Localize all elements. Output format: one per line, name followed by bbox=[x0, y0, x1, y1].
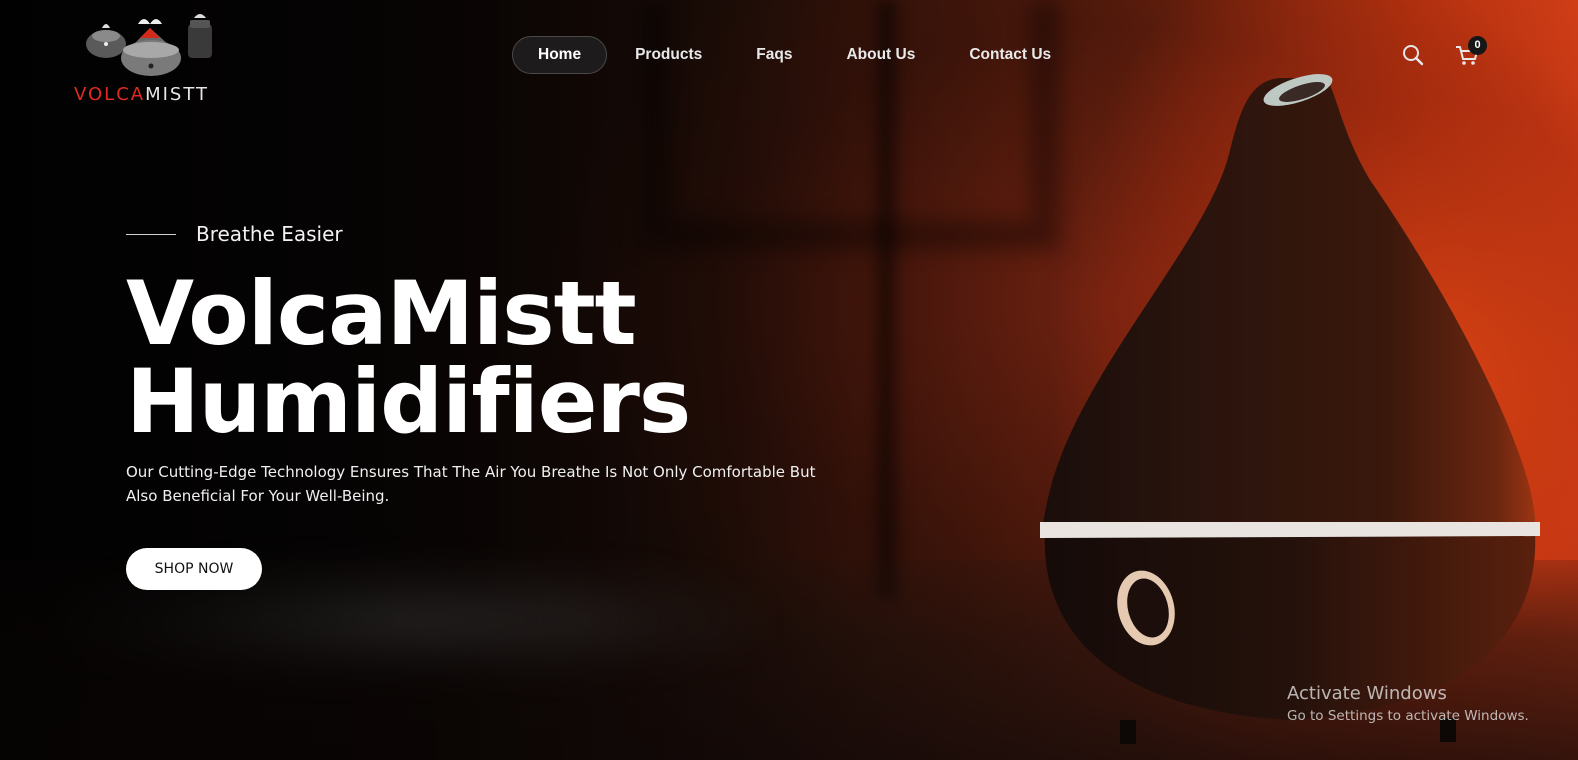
nav-item-products[interactable]: Products bbox=[609, 36, 728, 74]
hero-title-line2: Humidifiers bbox=[126, 350, 691, 453]
hero-title: VolcaMistt Humidifiers bbox=[126, 270, 846, 446]
tagline-text: Breathe Easier bbox=[196, 222, 343, 246]
brand-logo[interactable]: VOLCAMISTT bbox=[74, 10, 226, 106]
hero-title-line1: VolcaMistt bbox=[126, 262, 637, 365]
nav-item-contact-us[interactable]: Contact Us bbox=[943, 36, 1077, 74]
shop-now-button[interactable]: SHOP NOW bbox=[126, 548, 262, 590]
nav-item-faqs[interactable]: Faqs bbox=[730, 36, 818, 74]
search-button[interactable] bbox=[1398, 40, 1428, 70]
hero-description: Our Cutting-Edge Technology Ensures That… bbox=[126, 463, 816, 505]
main-navigation: Home Products Faqs About Us Contact Us bbox=[512, 36, 1077, 74]
nav-item-home[interactable]: Home bbox=[512, 36, 608, 74]
volcano-humidifiers-logo-icon bbox=[86, 14, 212, 76]
header-actions: 0 bbox=[1398, 36, 1508, 70]
nav-item-about-us[interactable]: About Us bbox=[820, 36, 941, 74]
site-header: VOLCAMISTT Home Products Faqs About Us C… bbox=[0, 0, 1578, 110]
brand-wordmark: VOLCAMISTT bbox=[74, 84, 226, 105]
search-icon bbox=[1403, 45, 1424, 66]
brand-name-part1: VOLCA bbox=[74, 84, 146, 105]
cart-count-badge: 0 bbox=[1468, 36, 1487, 55]
tagline-divider bbox=[126, 233, 176, 235]
activate-windows-watermark: Activate Windows Go to Settings to activ… bbox=[1287, 683, 1567, 724]
watermark-title: Activate Windows bbox=[1287, 683, 1447, 704]
hero-tagline: Breathe Easier bbox=[126, 216, 846, 252]
humidifier-product-image bbox=[1040, 70, 1540, 760]
hero-content: Breathe Easier VolcaMistt Humidifiers Ou… bbox=[126, 216, 846, 590]
brand-name-part2: MISTT bbox=[145, 84, 210, 105]
watermark-subtitle: Go to Settings to activate Windows. bbox=[1287, 708, 1529, 724]
